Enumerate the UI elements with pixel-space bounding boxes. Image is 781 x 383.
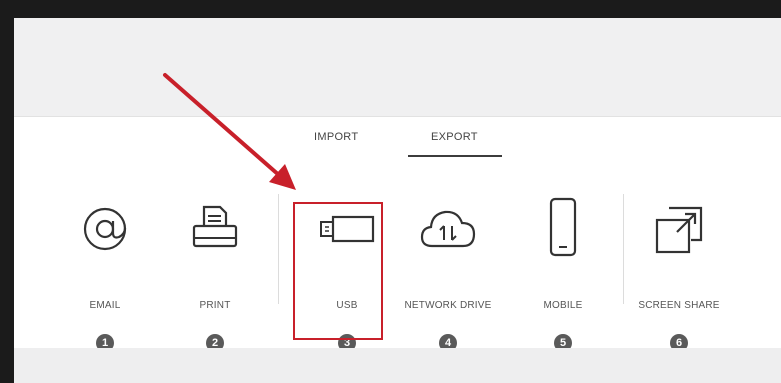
section-divider — [278, 194, 279, 304]
export-option-usb[interactable]: USB 3 — [292, 158, 402, 352]
header-area — [14, 18, 781, 116]
export-options-panel: EMAIL 1 PRINT 2 USB 3 NETWORK DRIVE 4 MO… — [14, 158, 781, 352]
at-sign-icon — [83, 207, 127, 251]
cloud-sync-icon — [420, 210, 476, 248]
printer-icon — [192, 205, 238, 248]
screen-share-icon — [655, 206, 703, 254]
export-option-label: PRINT — [199, 300, 231, 311]
tab-import[interactable]: IMPORT — [314, 131, 358, 143]
tab-export[interactable]: EXPORT — [431, 131, 478, 143]
export-option-network-drive[interactable]: NETWORK DRIVE 4 — [393, 158, 503, 352]
export-option-email[interactable]: EMAIL 1 — [50, 158, 160, 352]
export-option-screen-share[interactable]: SCREEN SHARE 6 — [624, 158, 734, 352]
tab-bar: IMPORT EXPORT — [14, 116, 781, 159]
footer-area — [14, 348, 781, 383]
export-option-label: EMAIL — [89, 300, 121, 311]
export-option-label: NETWORK DRIVE — [404, 300, 492, 311]
export-option-label: USB — [336, 300, 358, 311]
active-tab-indicator — [408, 155, 502, 157]
export-option-print[interactable]: PRINT 2 — [160, 158, 270, 352]
export-option-mobile[interactable]: MOBILE 5 — [508, 158, 618, 352]
export-option-label: SCREEN SHARE — [638, 300, 720, 311]
export-screen: IMPORT EXPORT EMAIL 1 PRINT 2 USB 3 NETW… — [14, 18, 781, 383]
mobile-phone-icon — [549, 197, 577, 257]
export-option-label: MOBILE — [543, 300, 583, 311]
usb-drive-icon — [320, 215, 375, 243]
